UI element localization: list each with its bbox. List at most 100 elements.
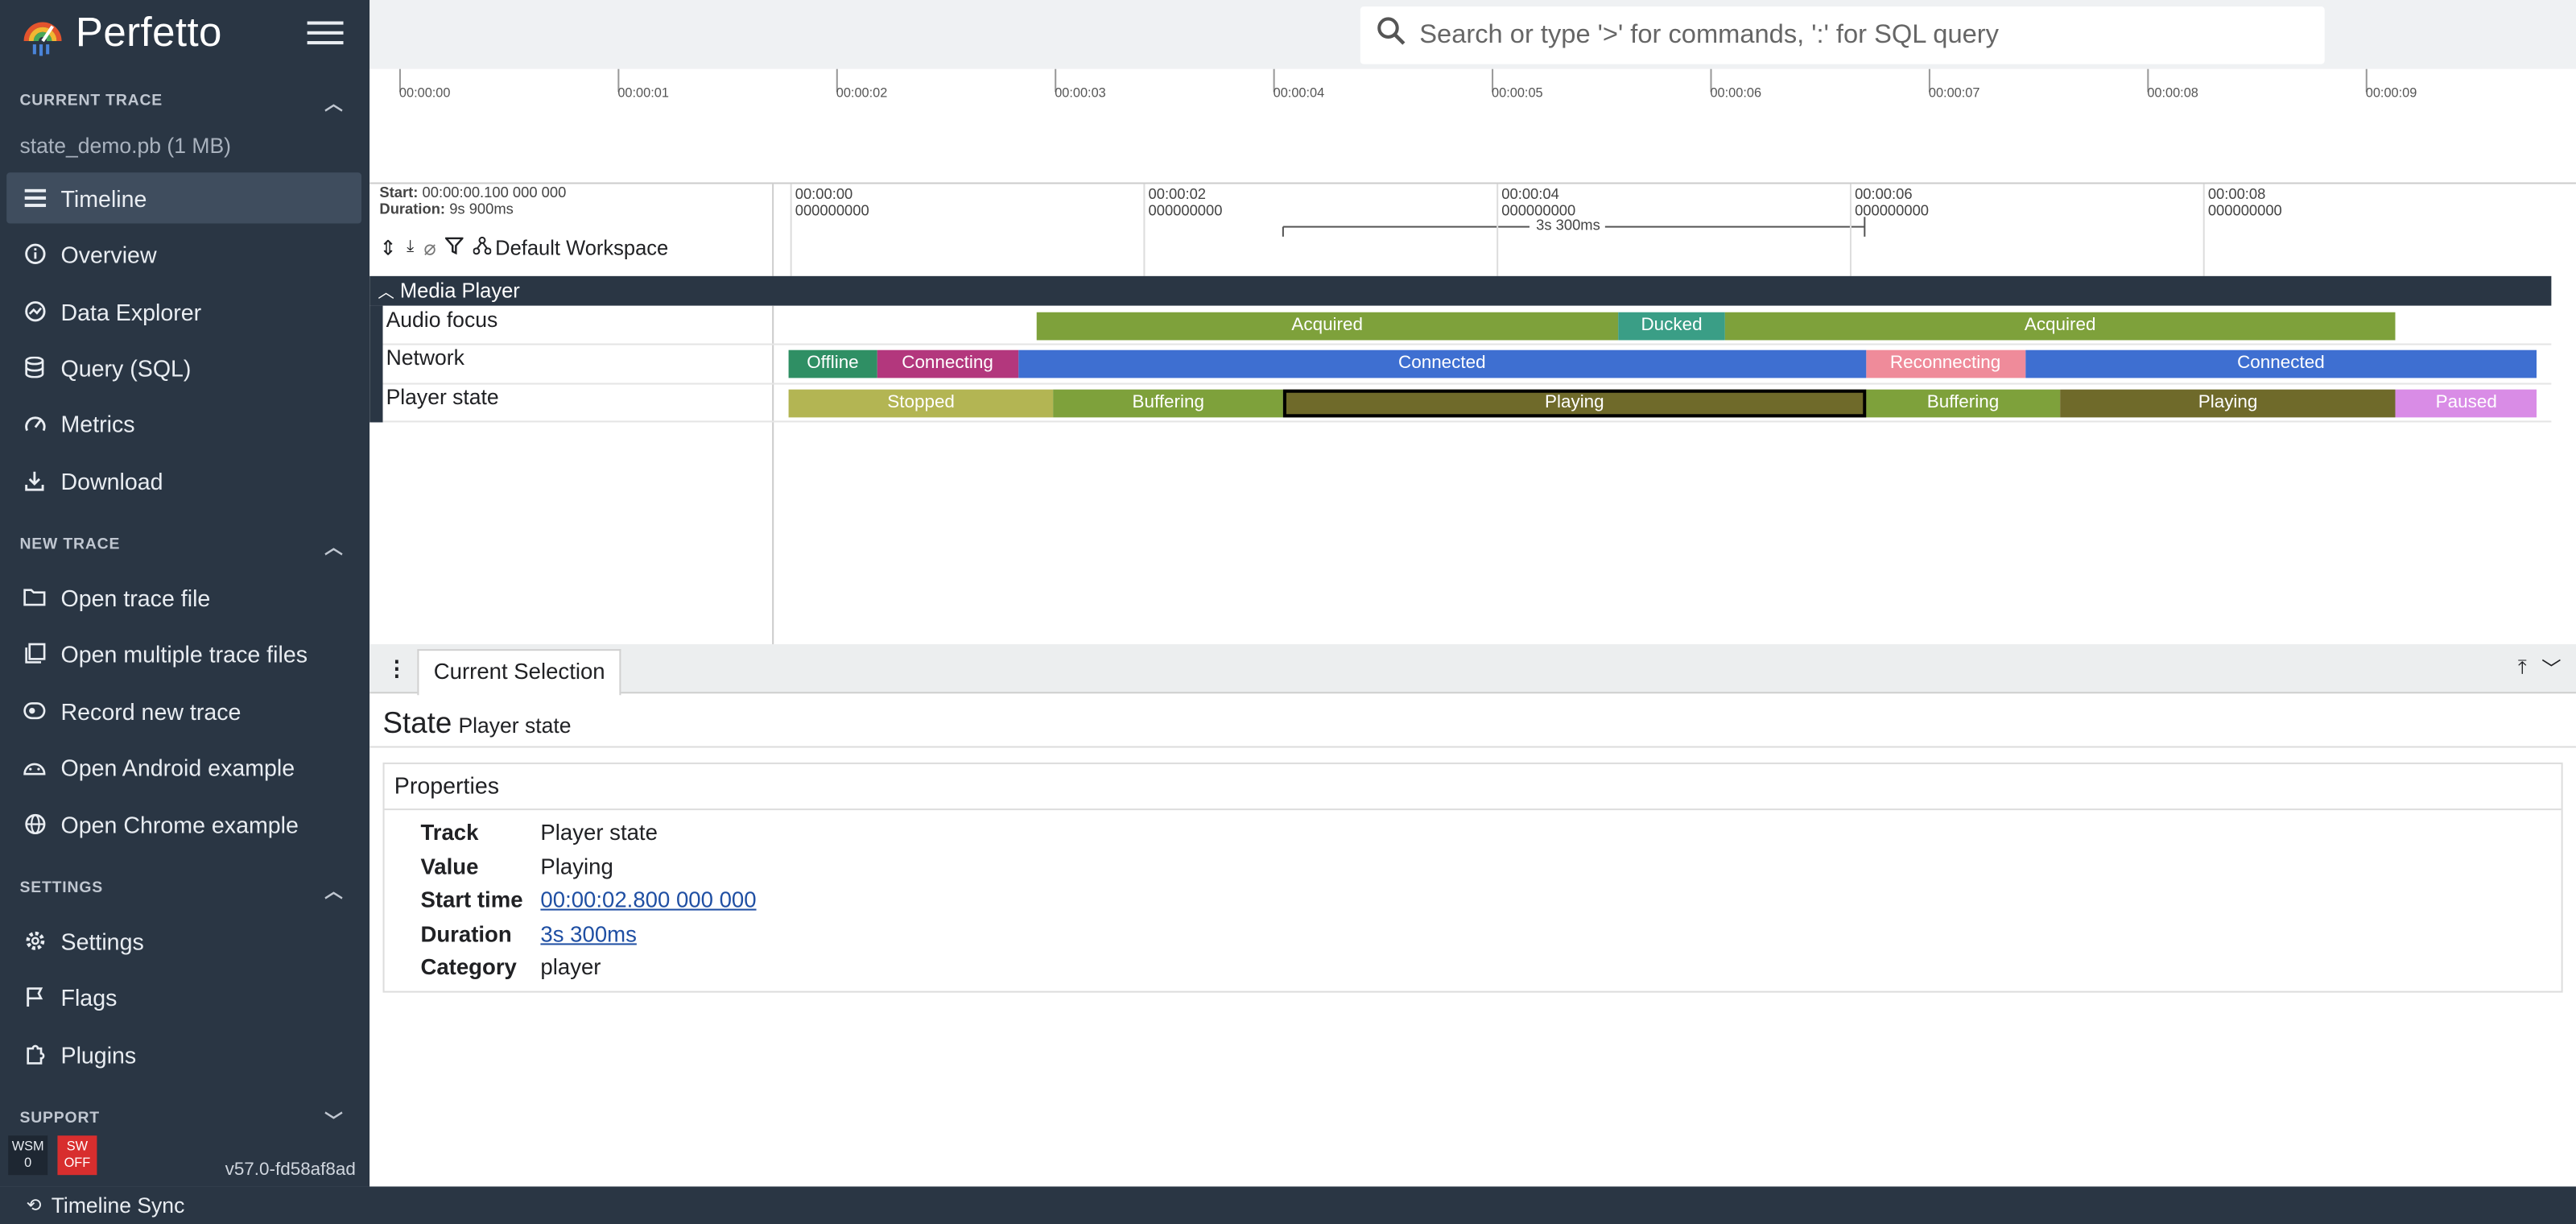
property-row: Category player [420, 955, 601, 980]
version-label[interactable]: v57.0-fd58af8ad [225, 1160, 356, 1180]
perfetto-logo[interactable]: Perfetto [19, 10, 221, 57]
unpin-all-icon[interactable]: ⌀ [423, 235, 436, 260]
sw-value: OFF [64, 1155, 91, 1171]
panel-tab-bar: ⋮ Current Selection ⤒ ﹀ [369, 643, 2576, 696]
track-slice[interactable]: Buffering [1865, 389, 2061, 418]
workspace-selector[interactable]: Default Workspace [495, 236, 668, 259]
start-value: 00:00:00.100 000 000 [422, 184, 567, 201]
flag-icon [23, 985, 47, 1008]
overview-tick-label: 00:00:01 [617, 85, 669, 101]
track-slice[interactable]: Ducked [1618, 312, 1725, 341]
nav-flags[interactable]: Flags [6, 971, 361, 1022]
expand-all-icon[interactable]: ⇕ [379, 235, 396, 260]
nav-open-multiple-trace-files[interactable]: Open multiple trace files [6, 628, 361, 679]
omnibox[interactable] [1360, 6, 2325, 64]
ruler-tick-time: 00:00:02 [1148, 185, 1207, 203]
collapse-all-icon[interactable]: ⤓ [407, 238, 414, 256]
ruler-tick [1143, 184, 1146, 276]
chevron-down-icon[interactable]: ﹀ [2541, 654, 2562, 682]
track-group-header[interactable]: ︿ Media Player [369, 275, 2552, 306]
track-slice[interactable]: Playing [2060, 389, 2396, 418]
divider [369, 746, 2576, 748]
ruler-tick-sub: 000000000 [795, 202, 869, 219]
track-slice[interactable]: Connected [1018, 349, 1866, 378]
new-trace-header[interactable]: NEW TRACE ︿ [19, 536, 348, 559]
track-slice[interactable]: Connected [2025, 349, 2537, 378]
nav-timeline[interactable]: Timeline [6, 172, 361, 224]
track-group-name: Media Player [399, 279, 520, 303]
current-trace-header[interactable]: CURRENT TRACE ︿ [19, 92, 348, 115]
property-row: Track Player state [420, 820, 657, 845]
time-ruler[interactable]: 3s 300ms 00:00:00 000000000 00:00:02 000000… [774, 184, 2576, 276]
overview-tick-label: 00:00:07 [1928, 85, 1980, 101]
track-slice[interactable]: Connecting [877, 349, 1018, 378]
track-slice[interactable]: Paused [2395, 389, 2537, 418]
nav-download[interactable]: Download [6, 455, 361, 506]
track-slice[interactable]: Playing [1282, 389, 1866, 418]
track-label-audio-focus[interactable]: Audio focus [386, 308, 498, 333]
tab-current-selection[interactable]: Current Selection [417, 649, 622, 696]
nav-open-chrome-example[interactable]: Open Chrome example [6, 799, 361, 850]
ruler-tick [1496, 184, 1499, 276]
track-label-network[interactable]: Network [386, 345, 464, 370]
property-row: Value Playing [420, 854, 613, 879]
nav-open-multiple-trace-files-label: Open multiple trace files [60, 639, 308, 667]
nav-overview[interactable]: Overview [6, 229, 361, 279]
track-slice[interactable]: Stopped [788, 389, 1054, 418]
nav-plugins[interactable]: Plugins [6, 1029, 361, 1080]
nav-open-trace-file[interactable]: Open trace file [6, 572, 361, 622]
ruler-tick-label: 00:00:04 000000000 [1501, 186, 1575, 219]
span-duration-label: 3s 300ms [1536, 217, 1600, 234]
menu-toggle-icon[interactable] [307, 21, 344, 48]
nav-record-new-trace[interactable]: Record new trace [6, 685, 361, 736]
sidebar: Perfetto CURRENT TRACE ︿ state_demo.pb (… [0, 0, 370, 1187]
track-slice[interactable]: Buffering [1053, 389, 1283, 418]
support-header[interactable]: SUPPORT ﹀ [19, 1110, 348, 1133]
nav-settings[interactable]: Settings [6, 916, 361, 966]
ruler-tick-time: 00:00:04 [1501, 185, 1559, 203]
folder-icon [23, 586, 47, 610]
span-marker [1282, 217, 1866, 237]
filter-icon[interactable] [444, 236, 466, 259]
track-slice[interactable]: Acquired [1724, 312, 2396, 341]
selection-title: State Player state [383, 707, 572, 742]
nav-metrics[interactable]: Metrics [6, 398, 361, 449]
maximize-panel-icon[interactable]: ⤒ [2518, 655, 2527, 680]
track-slice[interactable]: Offline [788, 349, 877, 378]
property-value: Playing [540, 854, 613, 879]
start-time-link[interactable]: 00:00:02.800 000 000 [540, 887, 756, 912]
settings-header[interactable]: SETTINGS ︿ [19, 879, 348, 903]
selection-subtitle: Player state [458, 713, 572, 738]
ruler-tick-time: 00:00:06 [1855, 185, 1913, 203]
search-input[interactable] [1419, 20, 2274, 51]
current-trace-header-label: CURRENT TRACE [19, 92, 163, 110]
overview-tick-label: 00:00:04 [1273, 85, 1325, 101]
nav-data-explorer[interactable]: Data Explorer [6, 286, 361, 337]
track-slice[interactable]: Reconnecting [1865, 349, 2025, 378]
nav-timeline-label: Timeline [60, 184, 147, 212]
track-label-player-state[interactable]: Player state [386, 385, 499, 410]
wsm-badge: WSM 0 [8, 1135, 48, 1176]
duration-value: 9s 900ms [449, 200, 514, 217]
ruler-tick-label: 00:00:06 000000000 [1855, 186, 1929, 219]
properties-section: Properties Track Player state Value Playin… [382, 762, 2563, 993]
property-key: Duration [420, 921, 512, 947]
property-value: player [540, 954, 601, 980]
track-toolbar: ⇕ ⤓ ⌀ Default Workspace [379, 235, 678, 260]
property-key: Track [420, 820, 479, 845]
topbar [369, 0, 2576, 69]
timeline-sync-button[interactable]: Timeline Sync [52, 1193, 185, 1218]
sw-label: SW [66, 1139, 89, 1154]
duration-link[interactable]: 3s 300ms [540, 922, 636, 947]
globe-icon [23, 813, 47, 836]
overview-timeline[interactable]: 00:00:00 00:00:01 00:00:02 00:00:03 00:00:04… [369, 68, 2576, 184]
nav-query-sql[interactable]: Query (SQL) [6, 341, 361, 392]
nav-open-android-example[interactable]: Open Android example [6, 741, 361, 792]
property-key: Category [420, 954, 517, 980]
more-vert-icon[interactable]: ⋮ [386, 655, 408, 682]
service-worker-badge[interactable]: SW OFF [57, 1135, 97, 1176]
track-slice[interactable]: Acquired [1035, 312, 1619, 341]
property-value: Player state [540, 820, 658, 845]
nav-download-label: Download [60, 467, 163, 494]
nav-overview-label: Overview [60, 240, 157, 267]
